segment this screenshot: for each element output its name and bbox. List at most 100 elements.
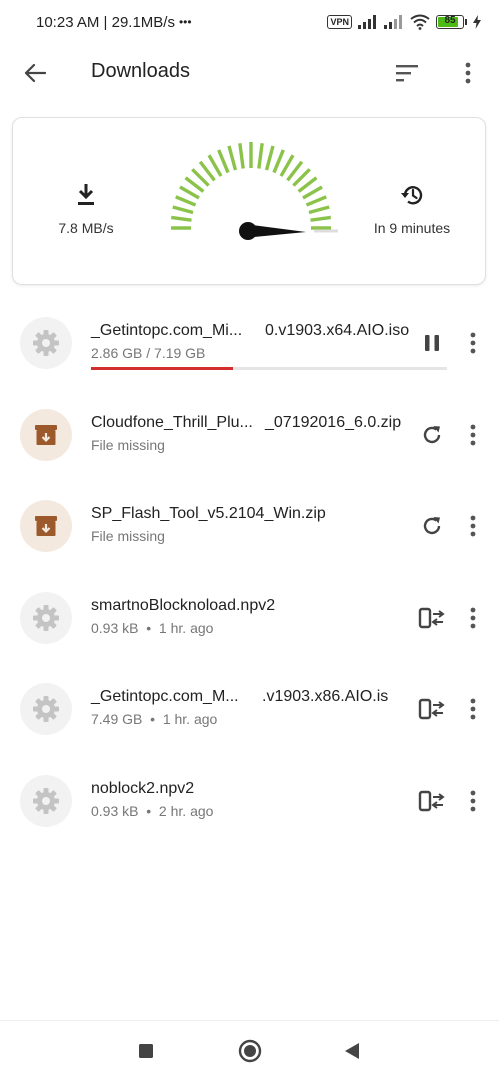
retry-button[interactable] [416, 419, 448, 451]
gear-icon [20, 683, 72, 735]
speed-gauge [170, 142, 338, 240]
archive-icon [20, 500, 72, 552]
gauge-tick [257, 143, 264, 169]
vpn-icon: VPN [327, 15, 352, 29]
app-bar: Downloads [0, 44, 499, 100]
gear-icon [20, 774, 72, 827]
file-name-start: _Getintopc.com_Mi... [91, 322, 243, 339]
file-meta: File missing [91, 528, 165, 544]
download-progress-fill [91, 367, 234, 370]
page-title: Downloads [91, 60, 190, 82]
gauge-tick [310, 215, 332, 222]
back-button[interactable] [20, 58, 50, 88]
home-button[interactable] [235, 1036, 265, 1066]
gauge-tick [179, 185, 200, 200]
file-name-end: 0.v1903.x64.AIO.iso [265, 322, 410, 339]
overflow-menu-button[interactable] [456, 58, 480, 88]
item-menu-button[interactable] [462, 510, 484, 542]
gauge-tick [217, 149, 230, 174]
navigation-bar [0, 1020, 499, 1081]
gauge-tick [302, 185, 323, 200]
item-menu-button[interactable] [462, 602, 484, 634]
gauge-tick [308, 205, 330, 215]
sort-button[interactable] [392, 58, 422, 88]
item-menu-button[interactable] [462, 419, 484, 451]
download-item[interactable]: SP_Flash_Tool_v5.2104_Win.zip File missin… [0, 480, 499, 572]
gear-icon [20, 591, 72, 644]
battery-level: 85 [444, 15, 456, 26]
share-button[interactable] [416, 693, 448, 725]
download-item[interactable]: noblock2.npv2 0.93 kB • 2 hr. ago [0, 755, 499, 847]
arrow-left-icon [24, 63, 46, 83]
file-name-start: smartnoBlocknoload.npv2 [91, 596, 276, 614]
file-name-end: .v1903.x86.AIO.is [262, 688, 389, 705]
retry-icon [420, 423, 444, 447]
wifi-icon [410, 14, 430, 30]
file-meta: 2.86 GB / 7.19 GB [91, 345, 206, 361]
signal-icon [358, 15, 376, 29]
transfer-icon [418, 698, 446, 720]
download-icon [78, 184, 94, 205]
file-name-end: _07192016_6.0.zip [265, 413, 402, 431]
gauge-tick [264, 145, 275, 171]
status-bar: 10:23 AM | 29.1MB/s ••• VPN 85 [0, 0, 499, 44]
archive-icon [20, 408, 72, 461]
file-meta: 0.93 kB • 2 hr. ago [91, 802, 214, 819]
gauge-tick [305, 195, 327, 207]
file-name-start: _Getintopc.com_M... [91, 688, 239, 705]
item-menu-button[interactable] [462, 327, 484, 359]
more-vertical-icon [470, 607, 476, 629]
more-vertical-icon [470, 790, 476, 812]
more-vertical-icon [470, 515, 476, 537]
item-menu-button[interactable] [462, 785, 484, 817]
square-icon [139, 1044, 153, 1058]
more-vertical-icon [470, 332, 476, 354]
file-name: Cloudfone_Thrill_Plu... _07192016_6.0.zip [91, 413, 401, 432]
download-item[interactable]: _Getintopc.com_Mi... 0.v1903.x64.AIO.iso 2… [0, 297, 499, 389]
gauge-hub [239, 222, 257, 240]
file-name: _Getintopc.com_M... .v1903.x86.AIO.is [91, 688, 388, 706]
eta-label: In 9 minutes [373, 220, 451, 236]
download-item[interactable]: smartnoBlocknoload.npv2 0.93 kB • 1 hr. a… [0, 572, 499, 664]
gauge-tick [170, 215, 192, 222]
gauge-tick [272, 149, 285, 174]
file-name-start: SP_Flash_Tool_v5.2104_Win.zip [91, 505, 326, 522]
more-vertical-icon [470, 424, 476, 446]
share-button[interactable] [416, 602, 448, 634]
download-item[interactable]: Cloudfone_Thrill_Plu... _07192016_6.0.zip… [0, 389, 499, 481]
gauge-tick [238, 143, 245, 169]
gear-icon [20, 317, 72, 369]
gauge-tick [172, 205, 194, 215]
more-vertical-icon [470, 698, 476, 720]
download-speed-block: 7.8 MB/s [26, 183, 146, 236]
more-vertical-icon [465, 62, 471, 84]
eta-block: In 9 minutes [352, 183, 472, 236]
history-icon [401, 186, 423, 205]
retry-button[interactable] [416, 510, 448, 542]
file-name: noblock2.npv2 [91, 780, 194, 798]
pause-icon [423, 333, 441, 353]
status-time-speed: 10:23 AM | 29.1MB/s [36, 13, 175, 31]
signal-icon-2 [384, 15, 402, 29]
gauge-tick [227, 145, 238, 171]
download-item[interactable]: _Getintopc.com_M... .v1903.x86.AIO.is 7.49… [0, 663, 499, 755]
sort-icon [396, 65, 418, 82]
share-button[interactable] [416, 785, 448, 817]
recents-button[interactable] [131, 1036, 161, 1066]
download-speed-label: 7.8 MB/s [58, 220, 114, 236]
file-name: SP_Flash_Tool_v5.2104_Win.zip [91, 505, 326, 523]
file-meta: File missing [91, 436, 165, 453]
back-nav-button[interactable] [337, 1036, 367, 1066]
file-meta: 0.93 kB • 1 hr. ago [91, 619, 214, 636]
file-name-start: Cloudfone_Thrill_Plu... [91, 413, 253, 431]
file-name-start: noblock2.npv2 [91, 779, 195, 797]
item-menu-button[interactable] [462, 693, 484, 725]
retry-icon [420, 514, 444, 538]
transfer-icon [418, 607, 446, 629]
gauge-tick [175, 195, 197, 207]
pause-button[interactable] [416, 327, 448, 359]
transfer-icon [418, 790, 446, 812]
charging-icon [473, 15, 481, 29]
triangle-icon [345, 1043, 359, 1059]
file-name: smartnoBlocknoload.npv2 [91, 597, 275, 615]
